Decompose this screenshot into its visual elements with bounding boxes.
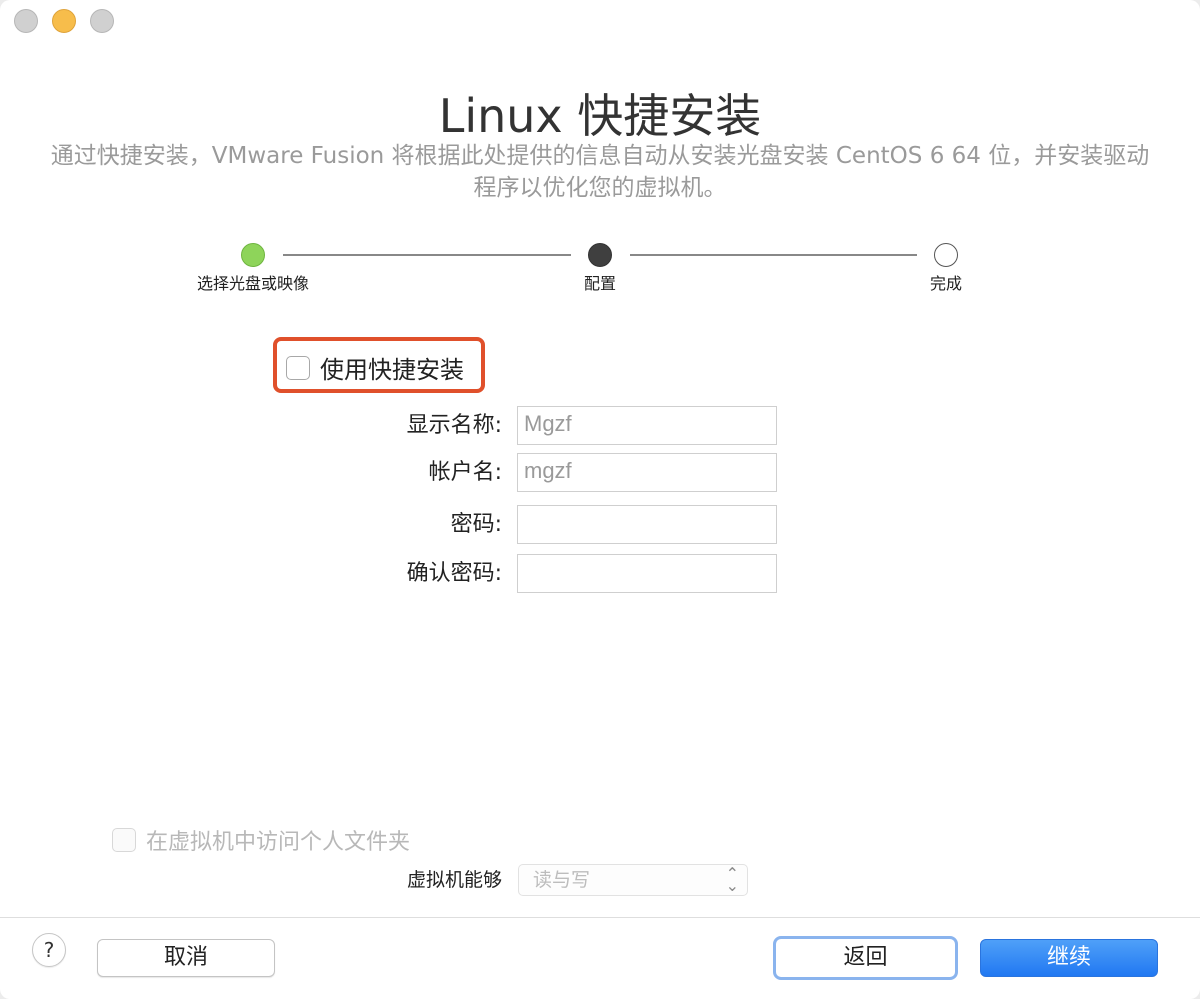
confirm-password-field[interactable] (517, 554, 777, 593)
account-label: 帐户名: (428, 460, 502, 485)
close-window-button[interactable] (14, 9, 38, 33)
window-controls (14, 9, 114, 33)
account-field[interactable]: mgzf (517, 453, 777, 492)
access-select: 读与写 ⌃ ⌄ (518, 864, 748, 896)
share-folder-label: 在虚拟机中访问个人文件夹 (146, 830, 411, 855)
password-label: 密码: (450, 512, 502, 537)
page-title: Linux 快捷安装 (438, 89, 762, 143)
back-button[interactable]: 返回 (773, 936, 958, 980)
continue-button[interactable]: 继续 (980, 939, 1158, 977)
vm-access-label: 虚拟机能够 (406, 869, 502, 891)
share-folder-checkbox (112, 828, 136, 852)
quick-install-label[interactable]: 使用快捷安装 (320, 350, 464, 385)
share-folder-option: 在虚拟机中访问个人文件夹 (112, 824, 410, 856)
step-done-dot (241, 243, 265, 267)
step-label-config: 配置 (583, 274, 616, 293)
zoom-window-button[interactable] (90, 9, 114, 33)
quick-install-option[interactable]: 使用快捷安装 (286, 350, 464, 385)
progress-stepper: 选择光盘或映像 配置 完成 (0, 240, 1200, 300)
up-down-chevron-icon: ⌃ ⌄ (725, 864, 739, 895)
step-connector (630, 254, 917, 256)
quick-install-window: Linux 快捷安装 通过快捷安装，VMware Fusion 将根据此处提供的… (0, 0, 1200, 999)
display-name-field[interactable]: Mgzf (517, 406, 777, 445)
access-select-value: 读与写 (533, 869, 591, 891)
step-current-dot (588, 243, 612, 267)
page-subtitle: 通过快捷安装，VMware Fusion 将根据此处提供的信息自动从安装光盘安装… (50, 143, 1150, 201)
confirm-password-label: 确认密码: (406, 561, 502, 586)
password-field[interactable] (517, 505, 777, 544)
step-connector (283, 254, 571, 256)
display-name-label: 显示名称: (406, 413, 502, 438)
step-label-select-disc: 选择光盘或映像 (196, 274, 309, 293)
footer-divider (0, 917, 1200, 918)
help-button[interactable]: ? (32, 933, 66, 967)
quick-install-checkbox[interactable] (286, 355, 310, 380)
step-label-finish: 完成 (929, 274, 962, 293)
minimize-window-button[interactable] (52, 9, 76, 33)
cancel-button[interactable]: 取消 (97, 939, 275, 977)
step-todo-dot (934, 243, 958, 267)
